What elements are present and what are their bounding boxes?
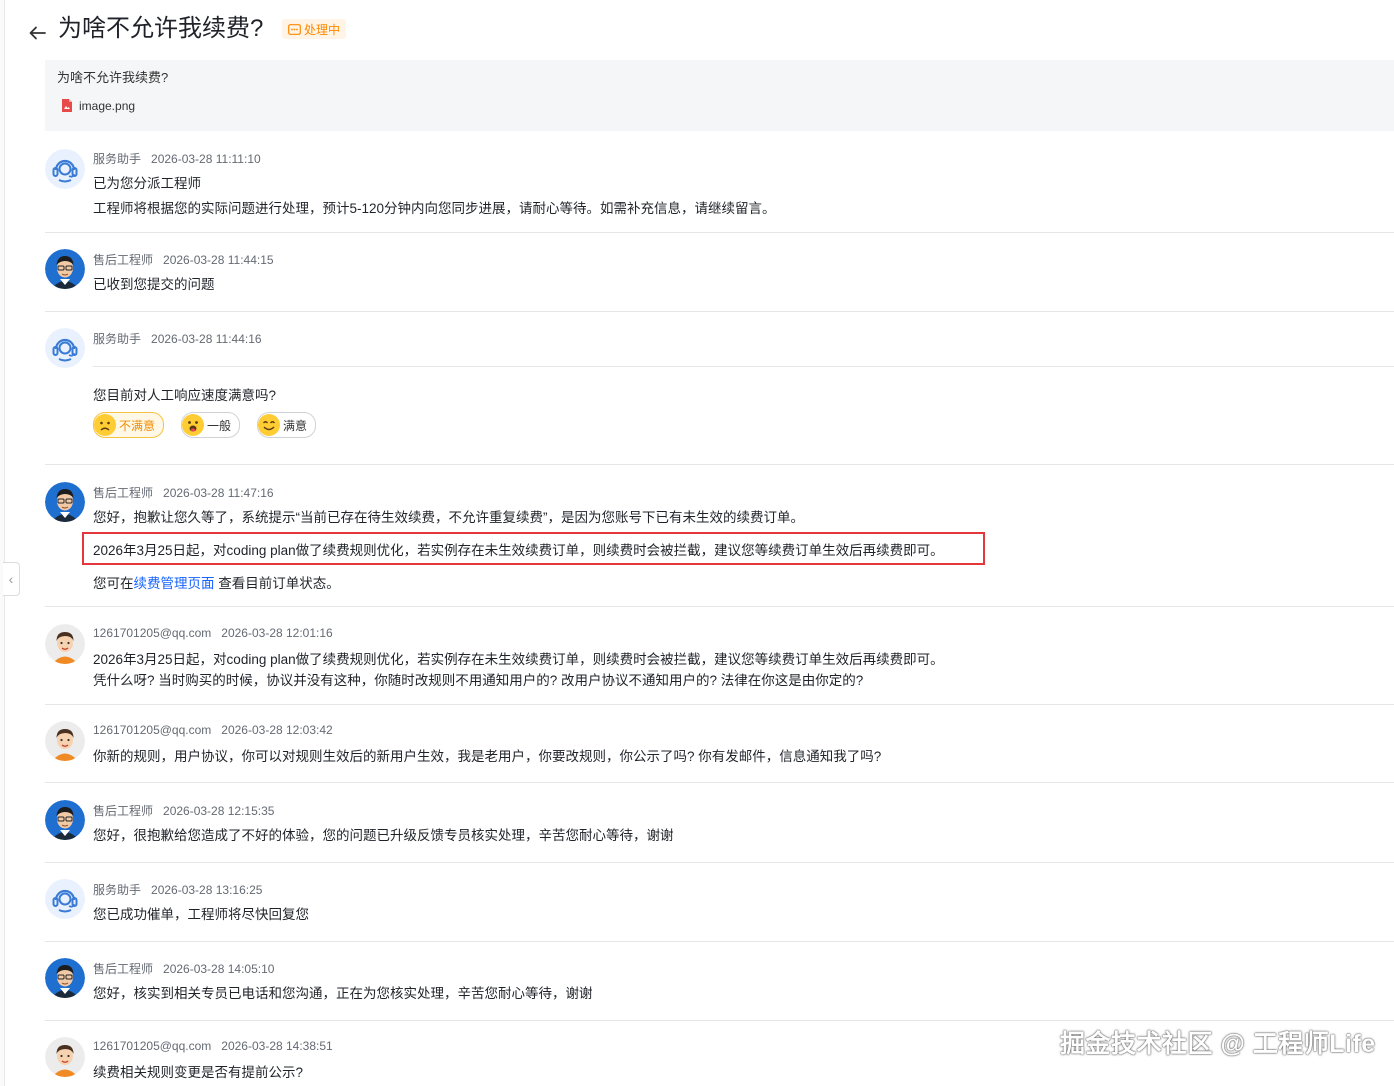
message-time: 2026-03-28 11:44:16 bbox=[151, 332, 262, 346]
message-line: 您可在续费管理页面 查看目前订单状态。 bbox=[93, 572, 340, 592]
back-arrow-icon[interactable] bbox=[26, 20, 48, 42]
message-meta: 服务助手 2026-03-28 13:16:25 bbox=[93, 881, 262, 898]
renewal-management-link[interactable]: 续费管理页面 bbox=[134, 576, 215, 591]
rating-label: 一般 bbox=[207, 418, 232, 433]
user-avatar-icon bbox=[45, 721, 85, 761]
user-avatar-icon bbox=[45, 1037, 85, 1077]
message-time: 2026-03-28 13:16:25 bbox=[151, 883, 263, 897]
processing-icon bbox=[288, 23, 301, 35]
divider bbox=[93, 366, 1394, 367]
rating-unsatisfied-button[interactable]: 不满意 bbox=[93, 412, 165, 438]
message-time: 2026-03-28 11:11:10 bbox=[151, 152, 261, 166]
rating-label: 不满意 bbox=[119, 418, 156, 433]
status-badge: 处理中 bbox=[282, 19, 347, 39]
sender-name: 服务助手 bbox=[93, 883, 142, 897]
link-suffix: 查看目前订单状态。 bbox=[214, 576, 340, 591]
message-meta: 1261701205@qq.com 2026-03-28 12:01:16 bbox=[93, 626, 333, 640]
question-text: 为啥不允许我续费? bbox=[57, 70, 169, 85]
divider bbox=[45, 862, 1394, 863]
attachment-link[interactable]: image.png bbox=[61, 98, 135, 113]
link-prefix: 您可在 bbox=[93, 576, 134, 591]
image-file-icon bbox=[62, 99, 72, 112]
message-time: 2026-03-28 12:01:16 bbox=[221, 626, 333, 640]
sender-name: 服务助手 bbox=[93, 332, 142, 346]
rating-label: 满意 bbox=[283, 418, 308, 433]
message-line: 已为您分派工程师 bbox=[93, 176, 201, 191]
message-line: 您已成功催单，工程师将尽快回复您 bbox=[93, 907, 309, 922]
divider bbox=[45, 704, 1394, 705]
highlight-box bbox=[82, 532, 985, 565]
message-line: 您好，很抱歉给您造成了不好的体验，您的问题已升级反馈专员核实处理，辛苦您耐心等待… bbox=[93, 828, 674, 843]
message-line: 2026年3月25日起，对coding plan做了续费规则优化，若实例存在未生… bbox=[93, 652, 944, 667]
message-time: 2026-03-28 14:05:10 bbox=[163, 962, 275, 976]
assistant-avatar-icon bbox=[45, 149, 85, 189]
message-line: 您目前对人工响应速度满意吗? bbox=[93, 388, 277, 403]
message-meta: 1261701205@qq.com 2026-03-28 14:38:51 bbox=[93, 1039, 333, 1053]
message-meta: 售后工程师 2026-03-28 11:44:15 bbox=[93, 251, 274, 268]
page-title: 为啥不允许我续费? bbox=[58, 15, 264, 42]
sender-name: 售后工程师 bbox=[93, 486, 154, 500]
message-time: 2026-03-28 12:15:35 bbox=[163, 804, 275, 818]
message-line: 您好，抱歉让您久等了，系统提示“当前已存在待生效续费，不允许重复续费”，是因为您… bbox=[93, 510, 804, 525]
message-meta: 售后工程师 2026-03-28 14:05:10 bbox=[93, 960, 274, 977]
message-meta: 1261701205@qq.com 2026-03-28 12:03:42 bbox=[93, 723, 333, 737]
rating-neutral-button[interactable]: 一般 bbox=[181, 412, 241, 438]
message-meta: 服务助手 2026-03-28 11:44:16 bbox=[93, 330, 262, 347]
user-avatar-icon bbox=[45, 624, 85, 664]
sender-name: 1261701205@qq.com bbox=[93, 626, 212, 640]
message-meta: 售后工程师 2026-03-28 11:47:16 bbox=[93, 484, 274, 501]
sender-name: 售后工程师 bbox=[93, 253, 154, 267]
message-time: 2026-03-28 11:44:15 bbox=[163, 253, 274, 267]
message-meta: 服务助手 2026-03-28 11:11:10 bbox=[93, 150, 261, 167]
divider bbox=[45, 232, 1394, 233]
engineer-avatar-icon bbox=[45, 800, 85, 840]
engineer-avatar-icon bbox=[45, 249, 85, 289]
message-line: 工程师将根据您的实际问题进行处理，预计5-120分钟内向您同步进展，请耐心等待。… bbox=[93, 201, 776, 216]
sender-name: 售后工程师 bbox=[93, 804, 154, 818]
divider bbox=[45, 782, 1394, 783]
assistant-avatar-icon bbox=[45, 328, 85, 368]
smile-face-icon bbox=[258, 414, 281, 436]
satisfaction-rating: 不满意 一般 满意 bbox=[93, 412, 317, 438]
attachment-name: image.png bbox=[79, 98, 136, 113]
sender-name: 服务助手 bbox=[93, 152, 142, 166]
tongue-face-icon bbox=[182, 414, 205, 436]
divider bbox=[45, 941, 1394, 942]
rating-satisfied-button[interactable]: 满意 bbox=[257, 412, 317, 438]
status-label: 处理中 bbox=[304, 22, 341, 37]
sad-face-icon bbox=[94, 414, 116, 436]
message-time: 2026-03-28 14:38:51 bbox=[221, 1039, 333, 1053]
message-line: 续费相关规则变更是否有提前公示? bbox=[93, 1065, 304, 1080]
page-header: 为啥不允许我续费? 处理中 bbox=[0, 0, 1394, 62]
message-meta: 售后工程师 2026-03-28 12:15:35 bbox=[93, 802, 274, 819]
divider bbox=[45, 606, 1394, 607]
assistant-avatar-icon bbox=[45, 879, 85, 919]
left-rail bbox=[0, 0, 5, 1086]
sender-name: 1261701205@qq.com bbox=[93, 1039, 212, 1053]
message-line: 凭什么呀? 当时购买的时候，协议并没有这种，你随时改规则不用通知用户的? 改用户… bbox=[93, 673, 864, 688]
collapse-sidebar-handle[interactable]: ‹ bbox=[3, 562, 20, 596]
sender-name: 1261701205@qq.com bbox=[93, 723, 212, 737]
watermark: 掘金技术社区 @ 工程师Life bbox=[1060, 1030, 1376, 1058]
message-line: 您好，核实到相关专员已电话和您沟通，正在为您核实处理，辛苦您耐心等待，谢谢 bbox=[93, 986, 593, 1001]
divider bbox=[45, 311, 1394, 312]
message-time: 2026-03-28 12:03:42 bbox=[221, 723, 333, 737]
engineer-avatar-icon bbox=[45, 482, 85, 522]
engineer-avatar-icon bbox=[45, 958, 85, 998]
chevron-left-icon: ‹ bbox=[8, 571, 14, 587]
message-time: 2026-03-28 11:47:16 bbox=[163, 486, 274, 500]
divider bbox=[45, 1020, 1394, 1021]
message-line: 你新的规则，用户协议，你可以对规则生效后的新用户生效，我是老用户，你要改规则，你… bbox=[93, 749, 882, 764]
message-line: 已收到您提交的问题 bbox=[93, 277, 215, 292]
sender-name: 售后工程师 bbox=[93, 962, 154, 976]
question-box: 为啥不允许我续费? image.png bbox=[45, 60, 1394, 131]
divider bbox=[45, 464, 1394, 465]
